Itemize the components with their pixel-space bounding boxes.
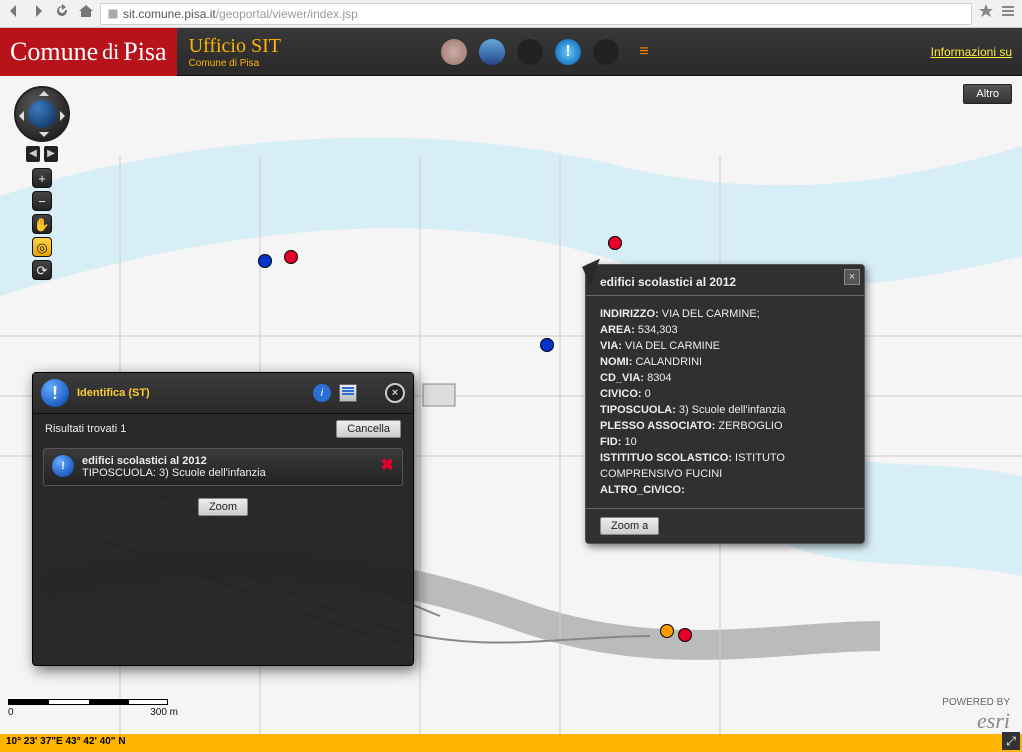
url-host: sit.comune.pisa.it	[123, 7, 216, 21]
office-sub: Comune di Pisa	[189, 58, 281, 69]
map-marker[interactable]	[284, 250, 298, 264]
binoculars-icon[interactable]	[517, 39, 543, 65]
expand-icon[interactable]: ⤢	[1002, 732, 1020, 750]
nav-globe[interactable]	[14, 86, 70, 142]
popup-body: INDIRIZZO: VIA DEL CARMINE;AREA: 534,303…	[586, 302, 864, 508]
toolbar: ! ≡	[441, 39, 657, 65]
popup-field: CD_VIA: 8304	[600, 370, 850, 386]
reload-icon[interactable]	[54, 3, 70, 24]
popup-title: edifici scolastici al 2012	[586, 265, 864, 296]
map-marker[interactable]	[608, 236, 622, 250]
esri-attribution: POWERED BY esri	[942, 697, 1010, 734]
popup-field: CIVICO: 0	[600, 386, 850, 402]
back-icon[interactable]	[6, 3, 22, 24]
identify-tool-button[interactable]: ◎	[32, 237, 52, 257]
map-area[interactable]: ◀ ▶ + − ✋ ◎ ⟳ Altro × edifici scolastici…	[0, 76, 1022, 752]
nav-controls: ◀ ▶ + − ✋ ◎ ⟳	[14, 86, 70, 280]
table-icon[interactable]	[339, 384, 357, 402]
scale-bar: 0300 m	[8, 699, 178, 718]
close-icon[interactable]: ×	[844, 269, 860, 285]
bookmark-icon[interactable]	[978, 3, 994, 24]
zoom-to-button[interactable]: Zoom a	[600, 517, 659, 535]
browser-nav	[6, 3, 94, 24]
identify-panel: ! Identifica (ST) i × Risultati trovati …	[32, 372, 414, 666]
popup-field: ISTITITUO SCOLASTICO: ISTITUTO COMPRENSI…	[600, 450, 850, 482]
legend-icon[interactable]: ≡	[631, 39, 657, 65]
popup-field: FID: 10	[600, 434, 850, 450]
panel-title: Identifica (ST)	[77, 387, 305, 399]
rotate-right-icon[interactable]: ▶	[44, 146, 58, 162]
popup-field: AREA: 534,303	[600, 322, 850, 338]
brand-word-c: Pisa	[123, 37, 166, 67]
popup-field: NOMI: CALANDRINI	[600, 354, 850, 370]
pan-tool-button[interactable]: ✋	[32, 214, 52, 234]
url-path: /geoportal/viewer/index.jsp	[216, 7, 358, 21]
about-link[interactable]: Informazioni su	[931, 45, 1012, 59]
map-marker[interactable]	[678, 628, 692, 642]
app-header: Comune di Pisa Ufficio SIT Comune di Pis…	[0, 28, 1022, 76]
brand-word-a: Comune	[10, 37, 98, 67]
results-count: Risultati trovati 1	[45, 423, 126, 435]
help-icon[interactable]: i	[313, 384, 331, 402]
popup-field: PLESSO ASSOCIATO: ZERBOGLIO	[600, 418, 850, 434]
info-icon: !	[52, 455, 74, 477]
coordinates-readout: 10° 23' 37"E 43° 42' 40" N	[0, 734, 1022, 752]
result-title: edifici scolastici al 2012	[82, 455, 373, 467]
sub-brand: Ufficio SIT Comune di Pisa	[189, 35, 281, 69]
extent-tool-button[interactable]: ⟳	[32, 260, 52, 280]
result-subtitle: TIPOSCUOLA: 3) Scuole dell'infanzia	[82, 467, 373, 479]
zoom-out-button[interactable]: −	[32, 191, 52, 211]
popup-field: ALTRO_CIVICO:	[600, 482, 850, 498]
brand: Comune di Pisa	[0, 28, 177, 76]
clear-button[interactable]: Cancella	[336, 420, 401, 438]
map-marker[interactable]	[258, 254, 272, 268]
map-marker[interactable]	[540, 338, 554, 352]
url-bar[interactable]: sit.comune.pisa.it/geoportal/viewer/inde…	[100, 3, 972, 25]
popup-field: INDIRIZZO: VIA DEL CARMINE;	[600, 306, 850, 322]
result-row[interactable]: ! edifici scolastici al 2012 TIPOSCUOLA:…	[43, 448, 403, 486]
popup-field: VIA: VIA DEL CARMINE	[600, 338, 850, 354]
home-icon[interactable]	[78, 3, 94, 24]
office-title: Ufficio SIT	[189, 35, 281, 58]
feature-popup: × edifici scolastici al 2012 INDIRIZZO: …	[585, 264, 865, 544]
rotate-left-icon[interactable]: ◀	[26, 146, 40, 162]
palette-icon[interactable]	[441, 39, 467, 65]
info-icon: !	[41, 379, 69, 407]
more-button[interactable]: Altro	[963, 84, 1012, 104]
close-icon[interactable]: ×	[385, 383, 405, 403]
browser-chrome: sit.comune.pisa.it/geoportal/viewer/inde…	[0, 0, 1022, 28]
forward-icon[interactable]	[30, 3, 46, 24]
delete-icon[interactable]: ✖	[381, 455, 394, 475]
zoom-button[interactable]: Zoom	[198, 498, 248, 516]
info-icon[interactable]: !	[555, 39, 581, 65]
menu-icon[interactable]	[1000, 3, 1016, 24]
print-icon[interactable]	[479, 39, 505, 65]
brand-word-b: di	[102, 39, 119, 65]
popup-field: TIPOSCUOLA: 3) Scuole dell'infanzia	[600, 402, 850, 418]
map-marker[interactable]	[660, 624, 674, 638]
zoom-in-button[interactable]: +	[32, 168, 52, 188]
search-icon[interactable]	[593, 39, 619, 65]
